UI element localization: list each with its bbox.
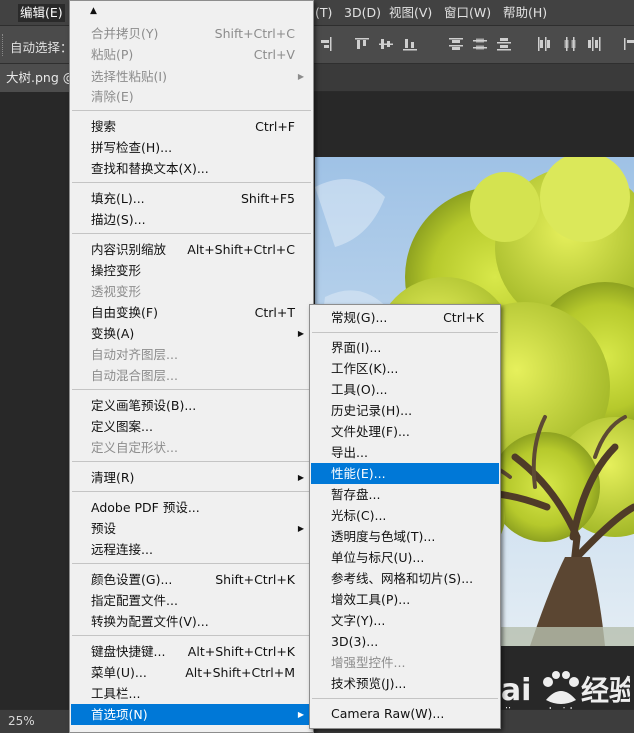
menu-view[interactable]: 视图(V) [387,4,434,22]
pref-item-3d[interactable]: 3D(3)... [311,631,499,652]
menu-item-transform[interactable]: 变换(A) ▶ [71,323,312,344]
menu-item-menus[interactable]: 菜单(U)... Alt+Shift+Ctrl+M [71,662,312,683]
pref-item-camera-raw[interactable]: Camera Raw(W)... [311,703,499,724]
scroll-up-arrow-icon[interactable]: ▲ [90,6,97,16]
menu-help[interactable]: 帮助(H) [501,4,549,22]
menu-separator [312,332,498,333]
zoom-level[interactable]: 25% [8,714,35,728]
menu-item-spell-check[interactable]: 拼写检查(H)... [71,137,312,158]
edit-menu-dropdown: ▲ 合并拷贝(Y) Shift+Ctrl+C 粘贴(P) Ctrl+V 选择性粘贴(… [69,0,314,733]
menu-separator [72,182,311,183]
menu-item-perspective-warp[interactable]: 透视变形 [71,281,312,302]
document-tab-title: 大树.png @ [6,70,76,85]
menu-item-fill[interactable]: 填充(L)... Shift+F5 [71,188,312,209]
menu-item-define-shape[interactable]: 定义自定形状... [71,437,312,458]
submenu-arrow-icon: ▶ [297,329,304,338]
menu-separator [72,563,311,564]
pref-item-type[interactable]: 文字(Y)... [311,610,499,631]
menu-separator [72,461,311,462]
pref-item-cursors[interactable]: 光标(C)... [311,505,499,526]
menu-item-paste-special[interactable]: 选择性粘贴(I) ▶ [71,66,312,87]
menu-item-remote-connections[interactable]: 远程连接... [71,539,312,560]
pref-item-workspace[interactable]: 工作区(K)... [311,358,499,379]
menu-item-color-settings[interactable]: 颜色设置(G)... Shift+Ctrl+K [71,569,312,590]
menu-3d[interactable]: 3D(D) [342,4,383,22]
options-grip [2,34,5,56]
menu-item-search[interactable]: 搜索 Ctrl+F [71,116,312,137]
distribute-bottom-icon[interactable] [496,36,512,52]
pref-item-enhanced-controls[interactable]: 增强型控件... [311,652,499,673]
align-vertical-centers-icon[interactable] [378,36,394,52]
distribute-horizontal-centers-icon[interactable] [562,36,578,52]
menu-separator [72,491,311,492]
menu-item-define-pattern[interactable]: 定义图案... [71,416,312,437]
menu-item-preferences[interactable]: 首选项(N) ▶ [71,704,312,725]
pref-item-performance[interactable]: 性能(E)... [311,463,499,484]
menu-type-partial[interactable]: (T) [313,4,334,22]
pref-item-scratch-disks[interactable]: 暂存盘... [311,484,499,505]
pref-item-tools[interactable]: 工具(O)... [311,379,499,400]
menu-item-clear[interactable]: 清除(E) [71,86,312,107]
distribute-right-icon[interactable] [586,36,602,52]
menu-separator [72,233,311,234]
preferences-submenu: 常规(G)... Ctrl+K 界面(I)... 工作区(K)... 工具(O).… [309,304,501,729]
submenu-arrow-icon: ▶ [297,72,304,81]
submenu-arrow-icon: ▶ [297,524,304,533]
menu-separator [72,389,311,390]
pref-item-interface[interactable]: 界面(I)... [311,337,499,358]
align-bottom-edges-icon[interactable] [402,36,418,52]
svg-text:经验: 经验 [581,674,630,707]
menu-item-define-brush[interactable]: 定义画笔预设(B)... [71,395,312,416]
menu-window[interactable]: 窗口(W) [442,4,493,22]
menu-item-convert-profile[interactable]: 转换为配置文件(V)... [71,611,312,632]
pref-item-transparency[interactable]: 透明度与色域(T)... [311,526,499,547]
menu-item-auto-align[interactable]: 自动对齐图层... [71,344,312,365]
menu-item-presets[interactable]: 预设 ▶ [71,518,312,539]
menu-item-find-replace[interactable]: 查找和替换文本(X)... [71,158,312,179]
menu-separator [312,698,498,699]
auto-select-label[interactable]: 自动选择： [10,37,73,56]
menu-separator [72,110,311,111]
distribute-top-icon[interactable] [448,36,464,52]
pref-item-general[interactable]: 常规(G)... Ctrl+K [311,307,499,328]
menu-item-auto-blend[interactable]: 自动混合图层... [71,365,312,386]
menu-item-pdf-presets[interactable]: Adobe PDF 预设... [71,497,312,518]
menu-item-puppet-warp[interactable]: 操控变形 [71,260,312,281]
menu-separator [72,635,311,636]
submenu-arrow-icon: ▶ [297,710,304,719]
align-right-edges-icon[interactable] [318,36,334,52]
menu-item-merge-copy[interactable]: 合并拷贝(Y) Shift+Ctrl+C [71,23,312,44]
pref-item-export[interactable]: 导出... [311,442,499,463]
menu-item-keyboard-shortcuts[interactable]: 键盘快捷键... Alt+Shift+Ctrl+K [71,641,312,662]
pref-item-plugins[interactable]: 增效工具(P)... [311,589,499,610]
distribute-left-icon[interactable] [536,36,552,52]
menu-item-toolbar[interactable]: 工具栏... [71,683,312,704]
menu-item-assign-profile[interactable]: 指定配置文件... [71,590,312,611]
pref-item-guides-grid[interactable]: 参考线、网格和切片(S)... [311,568,499,589]
align-top-edges-icon[interactable] [354,36,370,52]
pref-item-file-handling[interactable]: 文件处理(F)... [311,421,499,442]
pref-item-units-rulers[interactable]: 单位与标尺(U)... [311,547,499,568]
menu-item-content-aware-scale[interactable]: 内容识别缩放 Alt+Shift+Ctrl+C [71,239,312,260]
menu-item-purge[interactable]: 清理(R) ▶ [71,467,312,488]
submenu-arrow-icon: ▶ [297,473,304,482]
pref-item-history[interactable]: 历史记录(H)... [311,400,499,421]
menu-item-stroke[interactable]: 描边(S)... [71,209,312,230]
distribute-vertical-centers-icon[interactable] [472,36,488,52]
more-options-icon[interactable] [622,36,634,52]
pref-item-tech-preview[interactable]: 技术预览(J)... [311,673,499,694]
menu-edit[interactable]: 编辑(E) [18,4,65,22]
menu-item-free-transform[interactable]: 自由变换(F) Ctrl+T [71,302,312,323]
menu-item-paste[interactable]: 粘贴(P) Ctrl+V [71,44,312,65]
